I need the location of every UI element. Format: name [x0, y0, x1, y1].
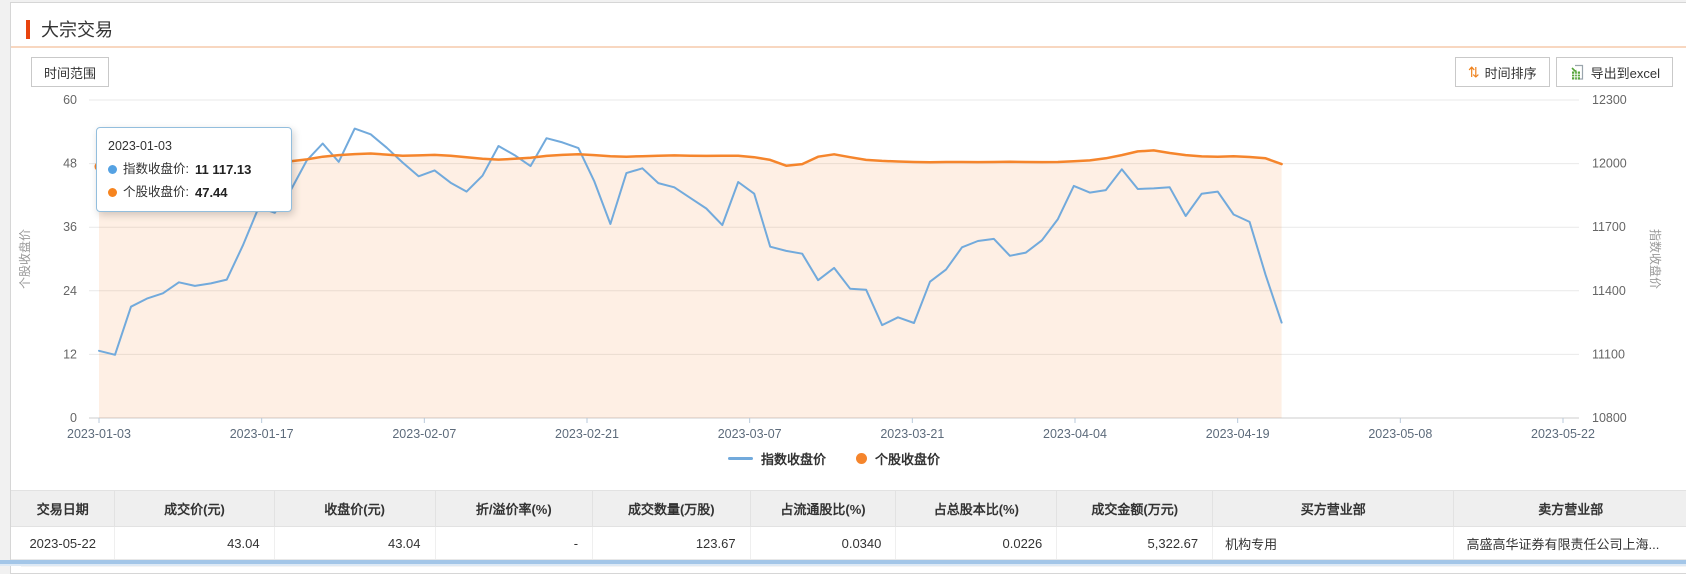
svg-text:2023-03-21: 2023-03-21 [880, 427, 944, 441]
trades-table: 交易日期 成交价(元) 收盘价(元) 折/溢价率(%) 成交数量(万股) 占流通… [11, 490, 1686, 560]
tooltip-index-row: 指数收盘价: 11 117.13 [108, 158, 280, 181]
col-header-seller: 卖方营业部 [1453, 490, 1686, 527]
trades-table-wrap: 交易日期 成交价(元) 收盘价(元) 折/溢价率(%) 成交数量(万股) 占流通… [11, 490, 1686, 560]
cell-volume: 123.67 [592, 526, 751, 560]
svg-text:10800: 10800 [1592, 411, 1627, 425]
svg-text:2023-01-03: 2023-01-03 [67, 427, 131, 441]
cell-deal-price: 43.04 [114, 526, 275, 560]
svg-text:0: 0 [70, 411, 77, 425]
cell-close-price: 43.04 [274, 526, 436, 560]
tooltip-stock-value: 47.44 [194, 184, 228, 200]
cell-buyer: 机构专用 [1212, 526, 1455, 560]
svg-text:12000: 12000 [1592, 157, 1627, 171]
cell-amount: 5,322.67 [1056, 526, 1214, 560]
svg-text:36: 36 [63, 220, 77, 234]
tooltip-stock-label: 个股收盘价: [123, 185, 189, 200]
chart-legend: 指数收盘价 个股收盘价 [89, 449, 1579, 468]
legend-line-icon [727, 457, 753, 460]
svg-text:2023-02-07: 2023-02-07 [392, 427, 456, 441]
chart-tooltip: 2023-01-03 指数收盘价: 11 117.13 个股收盘价: 47.44 [96, 127, 292, 213]
col-header-total-ratio: 占总股本比(%) [895, 490, 1058, 527]
svg-text:24: 24 [63, 284, 77, 298]
tooltip-stock-row: 个股收盘价: 47.44 [108, 181, 280, 204]
col-header-float-ratio: 占流通股比(%) [750, 490, 897, 527]
stock-series-dot [108, 188, 117, 198]
export-excel-label: 导出到excel [1590, 65, 1660, 81]
export-excel-button[interactable]: 导出到excel [1555, 57, 1673, 87]
tooltip-index-label: 指数收盘价: [123, 161, 189, 176]
table-row: 2023-05-22 43.04 43.04 - 123.67 0.0340 0… [11, 526, 1686, 560]
svg-text:个股收盘价: 个股收盘价 [17, 229, 32, 289]
table-header-row: 交易日期 成交价(元) 收盘价(元) 折/溢价率(%) 成交数量(万股) 占流通… [11, 490, 1686, 527]
page-title: 大宗交易 [41, 20, 113, 40]
cell-total-ratio: 0.0226 [895, 526, 1058, 560]
time-sort-label: 时间排序 [1484, 65, 1537, 81]
svg-text:2023-01-17: 2023-01-17 [230, 427, 294, 441]
tooltip-index-value: 11 117.13 [194, 161, 252, 177]
title-accent-bar [26, 19, 30, 39]
cell-float-ratio: 0.0340 [750, 526, 897, 560]
toolbar-right-group: ⇅ 时间排序 导出到excel [1454, 57, 1673, 87]
index-series-dot [108, 164, 117, 174]
chart-area[interactable]: 2023-01-03 2023-01-17 2023-02-07 2023-02-21… [11, 91, 1685, 476]
svg-text:11400: 11400 [1592, 284, 1626, 298]
block-trade-panel: 大宗交易 时间范围 ⇅ 时间排序 导出到excel 2023-01-03 202… [10, 2, 1686, 574]
cell-premium-rate: - [435, 526, 594, 560]
col-header-premium-rate: 折/溢价率(%) [435, 490, 594, 527]
svg-text:12: 12 [63, 347, 77, 361]
panel-header: 大宗交易 [11, 3, 1686, 48]
col-header-buyer: 买方营业部 [1212, 490, 1455, 527]
svg-text:11100: 11100 [1592, 347, 1625, 361]
tooltip-date: 2023-01-03 [108, 139, 172, 153]
svg-text:2023-02-21: 2023-02-21 [555, 427, 619, 441]
svg-text:指数收盘价: 指数收盘价 [1648, 229, 1663, 289]
time-range-label: 时间范围 [44, 65, 97, 81]
sort-arrows-icon: ⇅ [1467, 64, 1480, 80]
svg-text:60: 60 [63, 93, 77, 107]
time-range-button[interactable]: 时间范围 [31, 57, 110, 87]
col-header-amount: 成交金额(万元) [1056, 490, 1214, 527]
col-header-trade-date: 交易日期 [11, 490, 116, 527]
svg-text:2023-04-19: 2023-04-19 [1206, 427, 1270, 441]
legend-stock-label: 个股收盘价 [875, 452, 941, 467]
svg-text:48: 48 [63, 157, 77, 171]
col-header-deal-price: 成交价(元) [114, 490, 275, 527]
svg-text:11700: 11700 [1592, 220, 1626, 234]
legend-item-stock[interactable]: 个股收盘价 [856, 449, 940, 468]
svg-text:12300: 12300 [1592, 93, 1627, 107]
legend-dot-icon [856, 453, 867, 464]
cell-trade-date: 2023-05-22 [11, 526, 116, 560]
cell-seller: 高盛高华证券有限责任公司上海... [1453, 526, 1686, 560]
svg-text:2023-05-22: 2023-05-22 [1531, 427, 1595, 441]
svg-text:2023-04-04: 2023-04-04 [1043, 427, 1107, 441]
time-sort-button[interactable]: ⇅ 时间排序 [1454, 57, 1550, 87]
svg-text:2023-05-08: 2023-05-08 [1368, 427, 1432, 441]
col-header-volume: 成交数量(万股) [592, 490, 751, 527]
col-header-close-price: 收盘价(元) [274, 490, 436, 527]
toolbar: 时间范围 ⇅ 时间排序 导出到excel [31, 56, 1673, 88]
excel-icon [1571, 64, 1583, 80]
legend-index-label: 指数收盘价 [760, 452, 826, 467]
svg-text:2023-03-07: 2023-03-07 [718, 427, 782, 441]
legend-item-index[interactable]: 指数收盘价 [727, 449, 826, 468]
